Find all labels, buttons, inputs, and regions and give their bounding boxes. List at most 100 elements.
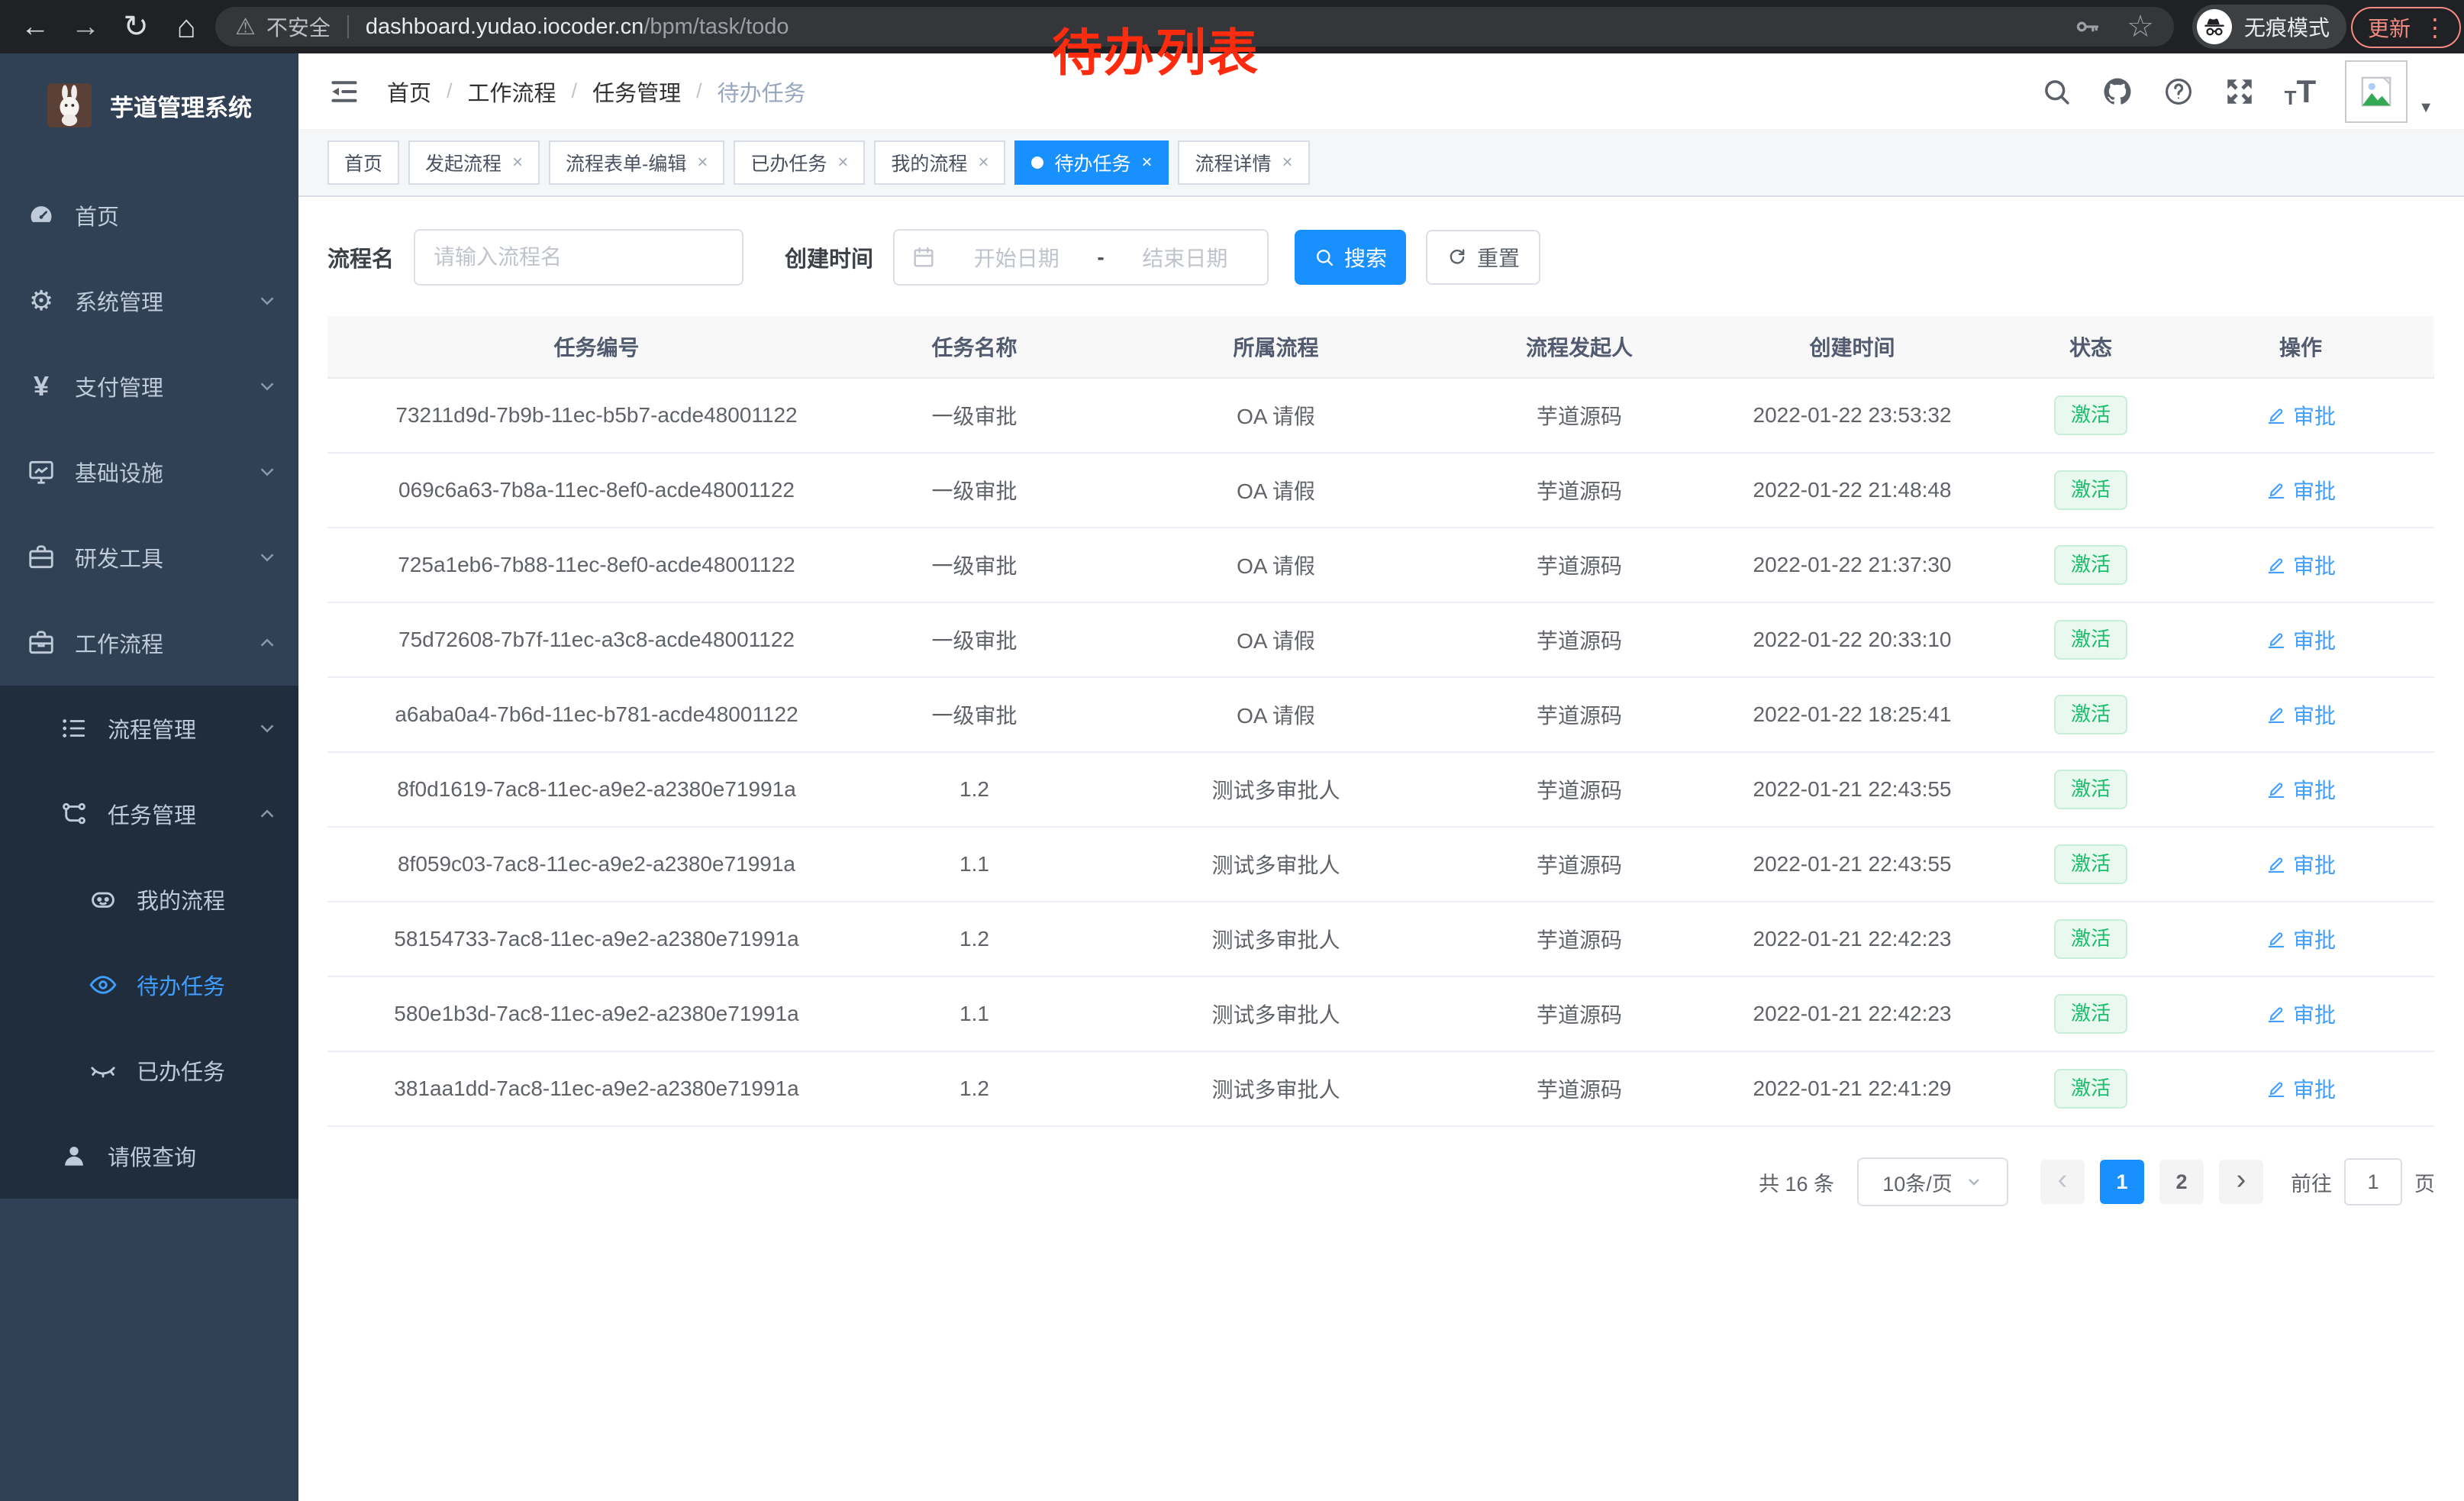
font-size-icon[interactable]: TT (2285, 76, 2317, 108)
approve-link[interactable]: 审批 (2266, 924, 2336, 954)
table-row: 8f059c03-7ac8-11ec-a9e2-a2380e71991a 1.1… (327, 827, 2434, 902)
approve-link[interactable]: 审批 (2266, 1073, 2336, 1104)
approve-link[interactable]: 审批 (2266, 550, 2336, 580)
chevron-down-icon (256, 289, 279, 312)
goto-label: 前往 (2291, 1167, 2332, 1197)
help-icon[interactable] (2162, 76, 2195, 108)
sidebar-menu: 首页 ⚙ 系统管理 ¥ 支付管理 基础设施 (0, 173, 298, 1199)
logo-avatar (47, 83, 92, 128)
sidebar-item-label: 已办任务 (137, 1054, 225, 1086)
cell-process: 测试多审批人 (1083, 827, 1469, 902)
calendar-icon (911, 245, 936, 270)
prev-page-button[interactable]: ‹ (2040, 1160, 2085, 1204)
sidebar-item-leave-query[interactable]: 请假查询 (0, 1113, 298, 1199)
bookmark-star-icon[interactable]: ☆ (2127, 11, 2154, 42)
close-icon[interactable]: × (837, 152, 848, 173)
page-button-1[interactable]: 1 (2100, 1160, 2144, 1204)
pagination: 共 16 条 10条/页 ‹ 1 2 › 前往 页 (327, 1157, 2435, 1206)
tab-my-process[interactable]: 我的流程× (874, 140, 1005, 185)
browser-forward-icon[interactable]: → (64, 0, 107, 53)
start-date-placeholder: 开始日期 (951, 242, 1082, 273)
github-icon[interactable] (2101, 76, 2133, 108)
close-icon[interactable]: × (697, 152, 708, 173)
close-icon[interactable]: × (1282, 152, 1293, 173)
tab-done-tasks[interactable]: 已办任务× (734, 140, 865, 185)
browser-menu-icon[interactable]: ⋮ (2423, 15, 2447, 40)
cell-task-name: 1.2 (866, 902, 1083, 976)
cell-create-time: 2022-01-22 23:53:32 (1690, 378, 2014, 453)
app-title: 芋道管理系统 (110, 89, 252, 123)
browser-home-icon[interactable]: ⌂ (165, 0, 208, 53)
page-button-2[interactable]: 2 (2159, 1160, 2204, 1204)
reset-button[interactable]: 重置 (1426, 230, 1540, 285)
tab-todo-tasks[interactable]: 待办任务× (1014, 140, 1169, 185)
sidebar-item-dev-tools[interactable]: 研发工具 (0, 515, 298, 600)
close-icon[interactable]: × (512, 152, 523, 173)
sidebar-item-task-management[interactable]: 任务管理 (0, 771, 298, 857)
sidebar-item-workflow[interactable]: 工作流程 (0, 600, 298, 686)
cell-process: 测试多审批人 (1083, 902, 1469, 976)
approve-link[interactable]: 审批 (2266, 400, 2336, 431)
password-key-icon[interactable] (2073, 13, 2101, 40)
sidebar-item-system[interactable]: ⚙ 系统管理 (0, 258, 298, 344)
cell-task-id: 580e1b3d-7ac8-11ec-a9e2-a2380e71991a (327, 976, 866, 1051)
search-button[interactable]: 搜索 (1295, 230, 1406, 285)
task-table: 任务编号 任务名称 所属流程 流程发起人 创建时间 状态 操作 73211d9d… (327, 316, 2434, 1127)
process-name-input[interactable] (414, 229, 743, 286)
status-badge: 激活 (2054, 919, 2127, 958)
user-icon (57, 1141, 91, 1170)
user-menu[interactable]: ▼ (2345, 60, 2433, 123)
fullscreen-icon[interactable] (2224, 76, 2256, 108)
approve-link[interactable]: 审批 (2266, 625, 2336, 655)
breadcrumb-home[interactable]: 首页 (387, 76, 431, 108)
page-size-select[interactable]: 10条/页 (1857, 1157, 2008, 1206)
cell-starter: 芋道源码 (1469, 976, 1690, 1051)
cell-task-name: 一级审批 (866, 453, 1083, 528)
next-page-button[interactable]: › (2219, 1160, 2263, 1204)
monitor-icon (24, 457, 58, 486)
sidebar-item-todo-tasks[interactable]: 待办任务 (0, 942, 298, 1028)
chevron-up-icon (256, 631, 279, 654)
browser-menu-update-button[interactable]: 更新 ⋮ (2351, 7, 2461, 48)
sidebar-logo[interactable]: 芋道管理系统 (0, 53, 298, 145)
eye-closed-icon (86, 1056, 120, 1085)
approve-link[interactable]: 审批 (2266, 475, 2336, 505)
yen-icon: ¥ (24, 373, 58, 400)
incognito-icon (2197, 9, 2232, 44)
approve-link[interactable]: 审批 (2266, 699, 2336, 730)
tab-process-form-edit[interactable]: 流程表单-编辑× (549, 140, 724, 185)
breadcrumb-task-management[interactable]: 任务管理 (592, 76, 681, 108)
approve-link[interactable]: 审批 (2266, 999, 2336, 1029)
sidebar-collapse-icon[interactable] (327, 75, 361, 108)
sidebar-item-home[interactable]: 首页 (0, 173, 298, 258)
approve-link[interactable]: 审批 (2266, 774, 2336, 805)
close-icon[interactable]: × (1141, 152, 1152, 173)
caret-down-icon: ▼ (2418, 99, 2433, 123)
sidebar-item-label: 支付管理 (75, 370, 163, 402)
browser-back-icon[interactable]: ← (14, 0, 56, 53)
tab-start-process[interactable]: 发起流程× (408, 140, 540, 185)
sidebar-item-payment[interactable]: ¥ 支付管理 (0, 344, 298, 429)
close-icon[interactable]: × (978, 152, 989, 173)
sidebar-item-done-tasks[interactable]: 已办任务 (0, 1028, 298, 1113)
date-range-picker[interactable]: 开始日期 - 结束日期 (893, 229, 1269, 286)
avatar[interactable] (2345, 60, 2408, 123)
sidebar: 芋道管理系统 首页 ⚙ 系统管理 ¥ 支付管理 (0, 53, 298, 1501)
goto-page-input[interactable] (2344, 1158, 2402, 1206)
tab-process-detail[interactable]: 流程详情× (1178, 140, 1309, 185)
tab-home[interactable]: 首页 (327, 140, 399, 185)
create-time-label: 创建时间 (785, 241, 873, 273)
dashboard-icon (24, 201, 58, 230)
sidebar-item-infrastructure[interactable]: 基础设施 (0, 429, 298, 515)
search-icon[interactable] (2040, 76, 2072, 108)
breadcrumb-workflow[interactable]: 工作流程 (468, 76, 556, 108)
chevron-down-icon (256, 460, 279, 483)
cell-task-name: 1.1 (866, 827, 1083, 902)
sidebar-item-process-management[interactable]: 流程管理 (0, 686, 298, 771)
cell-create-time: 2022-01-21 22:43:55 (1690, 752, 2014, 827)
browser-reload-icon[interactable]: ↻ (114, 0, 157, 53)
approve-link[interactable]: 审批 (2266, 849, 2336, 880)
cell-starter: 芋道源码 (1469, 528, 1690, 602)
tags-view-bar: 首页 发起流程× 流程表单-编辑× 已办任务× 我的流程× 待办任务× 流程详情… (298, 130, 2464, 197)
sidebar-item-my-process[interactable]: 我的流程 (0, 857, 298, 942)
